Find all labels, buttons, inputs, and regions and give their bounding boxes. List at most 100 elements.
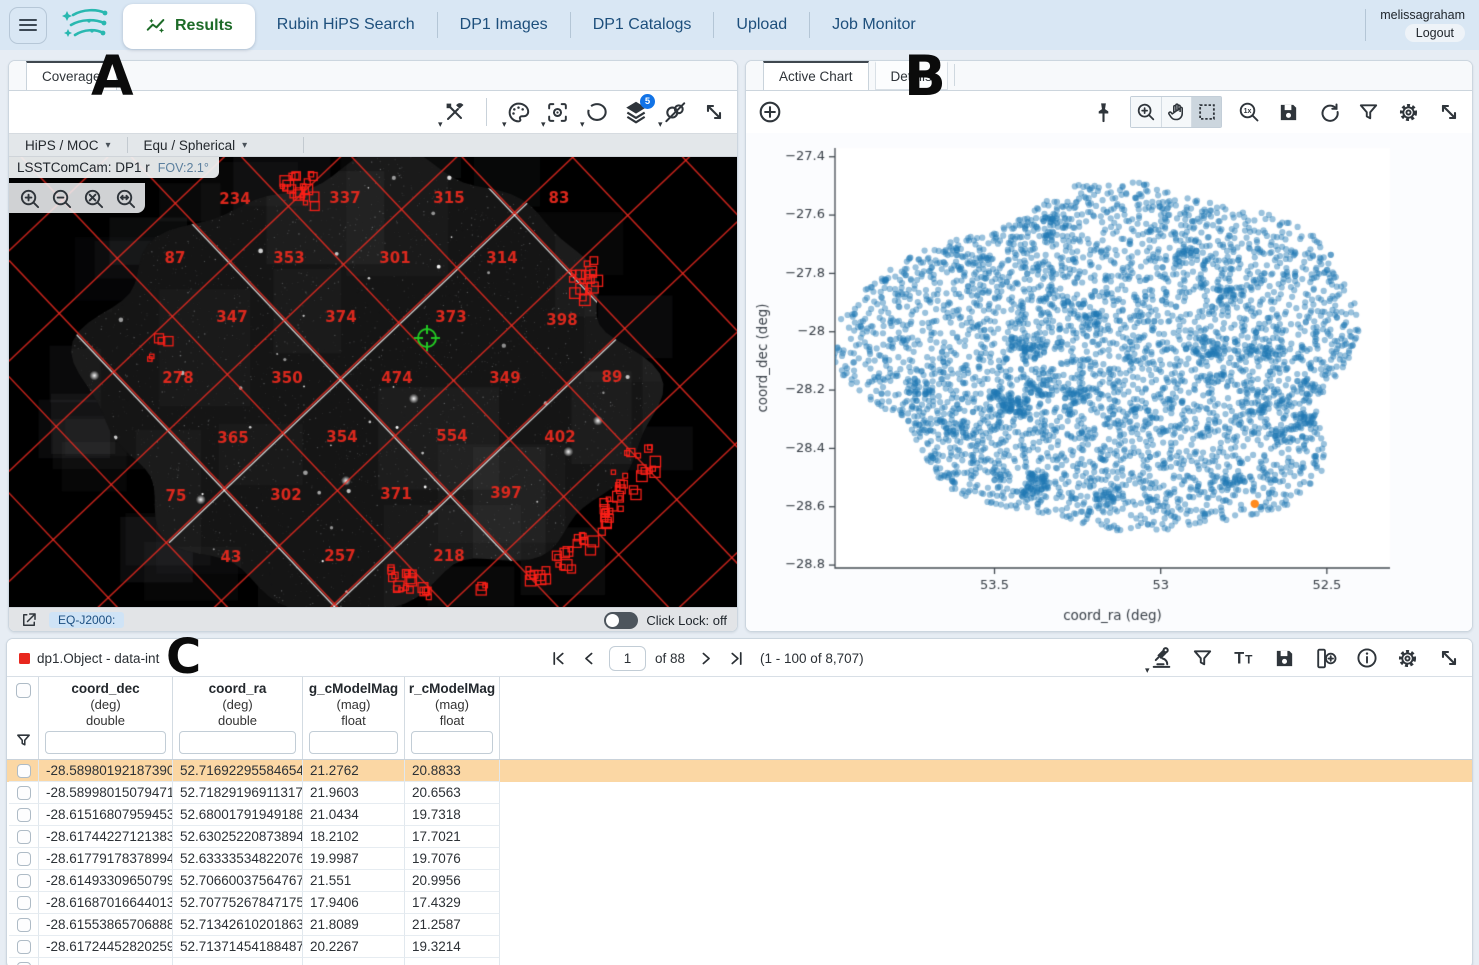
row-range-label: (1 - 100 of 8,707) [760,651,864,666]
scatter-chart-canvas[interactable] [746,133,1472,632]
save-chart-icon[interactable] [1275,99,1302,126]
tools-icon[interactable]: ▾ [441,99,468,126]
row-select-cell [9,914,39,936]
nav-tab-dp1-images[interactable]: DP1 Images [438,0,570,50]
table-row[interactable] [7,958,1472,965]
zoom-original-icon[interactable]: 1x [1235,99,1262,126]
chart-mode-group [1130,96,1222,128]
zoom-fit-icon[interactable] [81,186,105,210]
add-column-icon[interactable] [1312,645,1339,672]
zoom-out-icon[interactable] [49,186,73,210]
coverage-image[interactable] [9,157,737,607]
row-checkbox[interactable] [17,830,31,844]
row-checkbox[interactable] [17,764,31,778]
table-cell [39,958,173,965]
table-cell: 20.2267 [303,936,405,958]
column-header-coord_dec[interactable]: coord_dec(deg)double [39,677,173,759]
row-checkbox[interactable] [17,874,31,888]
table-cell: 52.71829196911317 [173,782,303,804]
table-row[interactable]: -28.61744227121383652.63025220873894518.… [7,826,1472,848]
row-checkbox[interactable] [17,940,31,954]
table-cell: 21.551 [303,870,405,892]
image-info-chip: LSSTComCam: DP1 r FOV:2.1° [9,157,219,178]
nav-tab-job-monitor[interactable]: Job Monitor [810,0,938,50]
close-icon[interactable]: × [168,649,177,667]
text-options-icon[interactable]: T T [1230,645,1257,672]
table-row[interactable]: -28.61553865706888552.7134261020186321.8… [7,914,1472,936]
scatter-chart[interactable] [746,133,1472,632]
chart-pan-icon[interactable] [1161,97,1191,127]
layers-icon[interactable]: 5 [622,99,649,126]
table-row[interactable]: -28.61516807959453652.6800179194918821.0… [7,804,1472,826]
column-header-r_cModelMag[interactable]: r_cModelMag(mag)float [405,677,500,759]
nav-tab-dp1-catalogs[interactable]: DP1 Catalogs [571,0,714,50]
tab-active-chart[interactable]: Active Chart [763,61,869,90]
popout-icon[interactable] [19,610,39,630]
prev-page-icon[interactable] [578,647,600,669]
table-tab[interactable]: dp1.Object - data-int × [19,639,178,677]
chart-zoom-icon[interactable] [1131,97,1161,127]
page-number-input[interactable] [609,646,646,671]
chart-box-select-icon[interactable] [1191,97,1221,127]
select-region-icon[interactable]: ▾ [583,99,610,126]
next-page-icon[interactable] [694,647,716,669]
recenter-icon[interactable]: ▾ [544,99,571,126]
column-header-coord_ra[interactable]: coord_ra(deg)double [173,677,303,759]
row-checkbox[interactable] [17,918,31,932]
hide-overlays-icon[interactable]: ▾ [661,99,688,126]
logout-button[interactable]: Logout [1405,24,1465,42]
filter-table-icon[interactable] [1189,645,1216,672]
table-row[interactable]: -28.61687016644013752.70775267847175617.… [7,892,1472,914]
row-checkbox[interactable] [17,786,31,800]
projection-dropdown[interactable]: Equ / Spherical▾ [128,138,264,153]
fov-value: FOV:2.1° [158,161,209,175]
tab-coverage[interactable]: Coverage [26,61,117,90]
inspect-icon[interactable]: ▾ [1148,645,1175,672]
info-icon[interactable] [1353,645,1380,672]
pin-chart-icon[interactable] [1090,99,1117,126]
last-page-icon[interactable] [725,647,747,669]
column-filter-input-coord_ra[interactable] [179,731,296,754]
table-row[interactable]: -28.58998015079471652.7182919691131721.9… [7,782,1472,804]
save-table-icon[interactable] [1271,645,1298,672]
zoom-in-icon[interactable] [17,186,41,210]
table-settings-icon[interactable] [1394,645,1421,672]
coverage-panel: Coverage ▾ ▾ [8,60,738,632]
add-chart-icon[interactable] [756,99,783,126]
expand-icon[interactable] [700,99,727,126]
nav-tab-upload[interactable]: Upload [714,0,809,50]
table-row[interactable]: -28.61779178378994452.6333353482207619.9… [7,848,1472,870]
table-row[interactable]: -28.61493309650799752.7066003756476721.5… [7,870,1472,892]
nav-tab-rubin-hips-search[interactable]: Rubin HiPS Search [255,0,437,50]
filter-chart-icon[interactable] [1355,99,1382,126]
click-lock-toggle[interactable] [604,612,638,629]
menu-icon[interactable] [9,7,47,44]
column-filter-input-coord_dec[interactable] [45,731,166,754]
expand-icon[interactable] [1435,645,1462,672]
tab-details[interactable]: Details [875,61,948,90]
expand-icon[interactable] [1435,99,1462,126]
table-cell: 17.9406 [303,892,405,914]
table-row[interactable]: -28.58980192187390752.7169229558465421.2… [7,760,1472,782]
column-header-g_cModelMag[interactable]: g_cModelMag(mag)float [303,677,405,759]
hips-moc-dropdown[interactable]: HiPS / MOC▾ [9,138,127,153]
table-toolbar: ▾ T T [1148,639,1462,677]
table-row[interactable]: -28.6172445282025952.7137145418848720.22… [7,936,1472,958]
table-cell: -28.589801921873907 [39,760,173,782]
sky-viewer[interactable]: LSSTComCam: DP1 r FOV:2.1° [9,157,737,607]
restore-chart-icon[interactable] [1315,99,1342,126]
first-page-icon[interactable] [547,647,569,669]
select-all-checkbox[interactable] [16,683,31,698]
row-select-cell [9,848,39,870]
color-palette-icon[interactable]: ▾ [505,99,532,126]
row-checkbox[interactable] [17,962,31,965]
row-checkbox[interactable] [17,896,31,910]
row-checkbox[interactable] [17,852,31,866]
row-checkbox[interactable] [17,808,31,822]
column-filter-input-g_cModelMag[interactable] [309,731,398,754]
zoom-fill-icon[interactable] [113,186,137,210]
filter-row-icon[interactable] [15,732,32,749]
column-filter-input-r_cModelMag[interactable] [411,731,493,754]
chart-settings-icon[interactable] [1395,99,1422,126]
nav-tab-results[interactable]: Results [123,4,255,49]
